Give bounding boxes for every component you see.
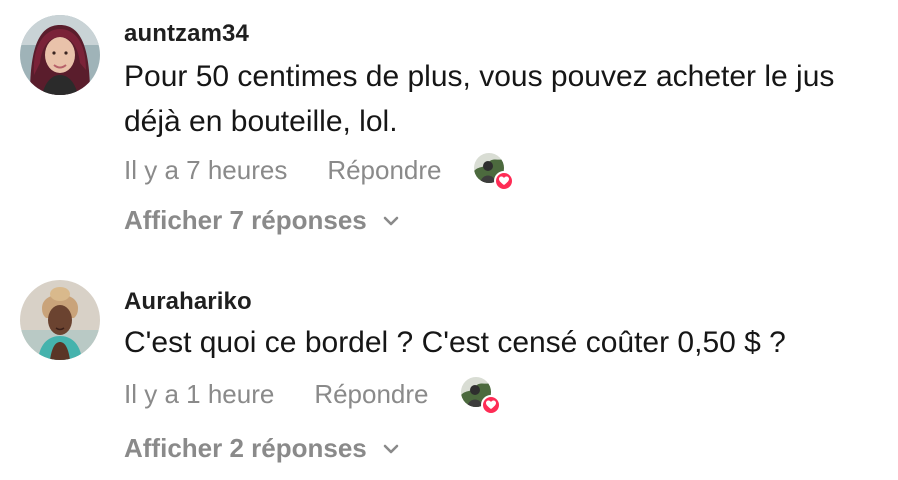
reply-button[interactable]: Répondre	[327, 155, 441, 186]
heart-icon	[493, 171, 514, 191]
view-replies-label: Afficher 2 réponses	[124, 433, 367, 463]
user-avatar[interactable]	[20, 280, 100, 360]
view-replies-label: Afficher 7 réponses	[124, 205, 367, 235]
heart-icon	[480, 395, 501, 415]
user-avatar[interactable]	[20, 15, 100, 95]
chevron-down-icon	[381, 211, 401, 231]
comment-text: C'est quoi ce bordel ? C'est censé coûte…	[124, 326, 786, 359]
comment-text: Pour 50 centimes de plus, vous pouvez ac…	[124, 60, 835, 138]
comment-meta: Il y a 7 heures Répondre	[124, 150, 514, 191]
avatar-image	[20, 15, 100, 95]
reply-button[interactable]: Répondre	[314, 379, 428, 410]
avatar-image	[20, 280, 100, 360]
comment-meta: Il y a 1 heure Répondre	[124, 374, 501, 415]
comment-timestamp: Il y a 7 heures	[124, 154, 288, 185]
chevron-down-icon	[381, 439, 401, 459]
comment-username[interactable]: Aurahariko	[124, 288, 252, 316]
view-replies-button[interactable]: Afficher 7 réponses	[124, 205, 401, 236]
creator-liked-indicator	[460, 377, 501, 415]
view-replies-button[interactable]: Afficher 2 réponses	[124, 433, 401, 464]
comment-username[interactable]: auntzam34	[124, 20, 249, 48]
comment-timestamp: Il y a 1 heure	[124, 378, 275, 409]
creator-liked-indicator	[473, 153, 514, 191]
